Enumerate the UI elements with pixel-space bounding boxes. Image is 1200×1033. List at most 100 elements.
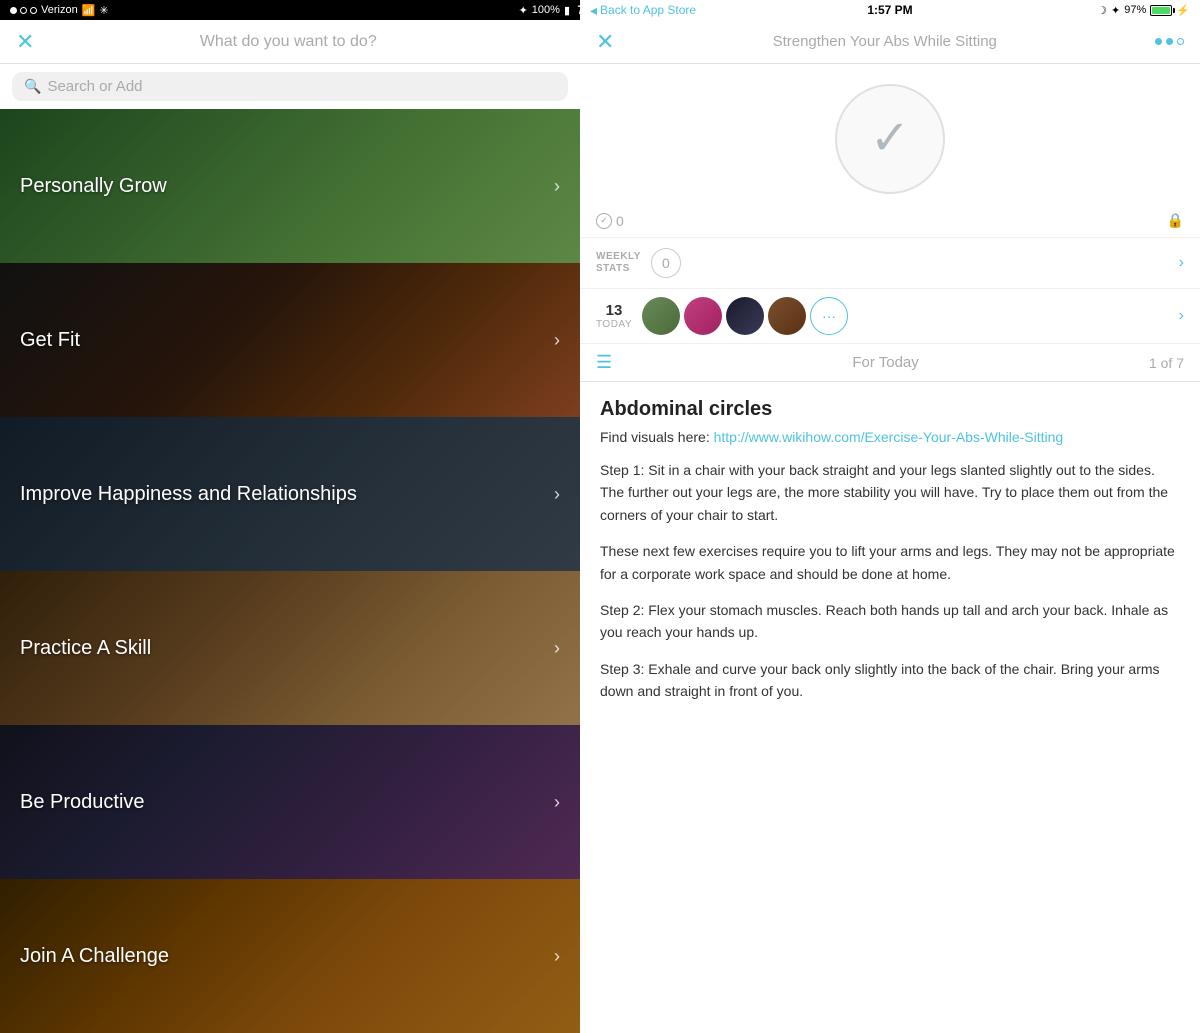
menu-item-happiness[interactable]: Improve Happiness and Relationships › xyxy=(0,417,580,571)
today-count-label: 13 TODAY xyxy=(596,302,632,330)
today-avatars: ··· xyxy=(642,297,848,335)
back-arrow-icon: ◂ xyxy=(590,2,597,19)
battery-tip xyxy=(1173,8,1175,13)
weekly-stats-row[interactable]: WEEKLYSTATS 0 › xyxy=(580,238,1200,289)
menu-item-label-productive: Be Productive xyxy=(20,791,145,814)
menu-item-arrow-productive: › xyxy=(554,792,560,813)
content-para-2: These next few exercises require you to … xyxy=(600,540,1180,585)
carrier-wifi: Verizon 📶 ✳ xyxy=(10,4,109,17)
battery-indicator xyxy=(1150,5,1172,16)
menu-item-arrow-fit: › xyxy=(554,330,560,351)
menu-item-content-fit: Get Fit › xyxy=(0,263,580,417)
status-right-left: ✦ 100% ▮ xyxy=(519,4,570,17)
status-bar-left: Verizon 📶 ✳ 7:09 PM ✦ 100% ▮ xyxy=(0,0,580,20)
signal-dot-2 xyxy=(20,7,27,14)
brightness-icon: ✳ xyxy=(99,4,108,17)
back-to-app-store[interactable]: ◂ Back to App Store xyxy=(590,2,696,19)
lock-icon: 🔒 xyxy=(1167,212,1184,229)
menu-item-grow[interactable]: Personally Grow › xyxy=(0,109,580,263)
menu-item-label-grow: Personally Grow xyxy=(20,175,167,198)
for-today-label: For Today xyxy=(622,354,1149,371)
status-right-icons: ☽ ✦ 97% ⚡ xyxy=(1097,4,1190,17)
content-link-line: Find visuals here: http://www.wikihow.co… xyxy=(600,429,1180,445)
nav-dot-3[interactable] xyxy=(1177,38,1184,45)
nav-bar-left: ✕ What do you want to do? xyxy=(0,20,580,64)
menu-item-arrow-challenge: › xyxy=(554,946,560,967)
avatar-more-button[interactable]: ··· xyxy=(810,297,848,335)
avatar-4 xyxy=(768,297,806,335)
close-button-right[interactable]: ✕ xyxy=(596,31,614,53)
menu-item-content-challenge: Join A Challenge › xyxy=(0,879,580,1033)
menu-item-arrow-happiness: › xyxy=(554,484,560,505)
menu-item-content-productive: Be Productive › xyxy=(0,725,580,879)
moon-icon: ☽ xyxy=(1097,4,1107,17)
avatar-1 xyxy=(642,297,680,335)
menu-item-content-grow: Personally Grow › xyxy=(0,109,580,263)
stats-count: ✓ 0 xyxy=(596,213,624,229)
menu-item-arrow-skill: › xyxy=(554,638,560,659)
content-para-3: Step 2: Flex your stomach muscles. Reach… xyxy=(600,599,1180,644)
battery-left: 100% xyxy=(532,4,560,16)
search-icon: 🔍 xyxy=(24,78,41,95)
search-input-wrap[interactable]: 🔍 Search or Add xyxy=(12,72,568,101)
content-title: Abdominal circles xyxy=(600,398,1180,421)
today-arrow-icon: › xyxy=(1179,307,1184,325)
signal-dot-3 xyxy=(30,7,37,14)
battery-icon-left: ▮ xyxy=(564,4,570,17)
search-bar: 🔍 Search or Add xyxy=(0,64,580,109)
menu-item-fit[interactable]: Get Fit › xyxy=(0,263,580,417)
menu-item-label-happiness: Improve Happiness and Relationships xyxy=(20,483,357,506)
nav-dot-2[interactable] xyxy=(1166,38,1173,45)
stats-row: ✓ 0 🔒 xyxy=(580,204,1200,238)
menu-item-label-skill: Practice A Skill xyxy=(20,637,151,660)
menu-item-label-fit: Get Fit xyxy=(20,329,80,352)
status-bar-right: ◂ Back to App Store 1:57 PM ☽ ✦ 97% ⚡ xyxy=(580,0,1200,20)
menu-item-label-challenge: Join A Challenge xyxy=(20,945,169,968)
signal-dot-1 xyxy=(10,7,17,14)
back-label: Back to App Store xyxy=(600,3,696,17)
carrier-name: Verizon xyxy=(41,4,78,16)
bluetooth-icon-left: ✦ xyxy=(519,4,528,17)
battery-pct-right: 97% xyxy=(1124,4,1146,16)
search-input[interactable]: Search or Add xyxy=(47,78,142,95)
weekly-badge: 0 xyxy=(651,248,681,278)
left-panel: Verizon 📶 ✳ 7:09 PM ✦ 100% ▮ ✕ What do y… xyxy=(0,0,580,1033)
today-count: 13 xyxy=(606,302,623,319)
menu-item-challenge[interactable]: Join A Challenge › xyxy=(0,879,580,1033)
stats-count-value: 0 xyxy=(616,213,624,229)
weekly-label: WEEKLYSTATS xyxy=(596,251,641,275)
tab-bar: ☰ For Today 1 of 7 xyxy=(580,344,1200,382)
today-label: TODAY xyxy=(596,319,632,330)
avatar-2 xyxy=(684,297,722,335)
battery-fill xyxy=(1152,7,1170,14)
weekly-count: 0 xyxy=(662,255,670,271)
content-para-4: Step 3: Exhale and curve your back only … xyxy=(600,658,1180,703)
page-count: 1 of 7 xyxy=(1149,355,1184,371)
link-prefix: Find visuals here: xyxy=(600,429,714,445)
signal-dots xyxy=(10,7,37,14)
status-time-right: 1:57 PM xyxy=(867,3,912,17)
menu-item-productive[interactable]: Be Productive › xyxy=(0,725,580,879)
content-para-1: Step 1: Sit in a chair with your back st… xyxy=(600,459,1180,526)
check-circle-area[interactable]: ✓ xyxy=(580,64,1200,204)
menu-items-list: Personally Grow › Get Fit › Improve Happ… xyxy=(0,109,580,1033)
right-panel: ◂ Back to App Store 1:57 PM ☽ ✦ 97% ⚡ ✕ … xyxy=(580,0,1200,1033)
nav-dot-1[interactable] xyxy=(1155,38,1162,45)
menu-item-arrow-grow: › xyxy=(554,176,560,197)
wifi-icon: 📶 xyxy=(82,4,96,17)
menu-item-content-skill: Practice A Skill › xyxy=(0,571,580,725)
check-mark-icon: ✓ xyxy=(870,115,910,163)
nav-bar-right: ✕ Strengthen Your Abs While Sitting xyxy=(580,20,1200,64)
bluetooth-icon-right: ✦ xyxy=(1111,4,1120,17)
content-area: Abdominal circles Find visuals here: htt… xyxy=(580,382,1200,1033)
nav-title-left: What do you want to do? xyxy=(34,33,542,51)
menu-item-content-happiness: Improve Happiness and Relationships › xyxy=(0,417,580,571)
today-row[interactable]: 13 TODAY ··· › xyxy=(580,289,1200,344)
lightning-icon: ⚡ xyxy=(1176,4,1190,17)
nav-title-right: Strengthen Your Abs While Sitting xyxy=(624,33,1145,50)
close-button-left[interactable]: ✕ xyxy=(16,31,34,53)
content-link[interactable]: http://www.wikihow.com/Exercise-Your-Abs… xyxy=(714,429,1064,445)
menu-item-skill[interactable]: Practice A Skill › xyxy=(0,571,580,725)
check-circle[interactable]: ✓ xyxy=(835,84,945,194)
list-icon[interactable]: ☰ xyxy=(596,352,612,373)
